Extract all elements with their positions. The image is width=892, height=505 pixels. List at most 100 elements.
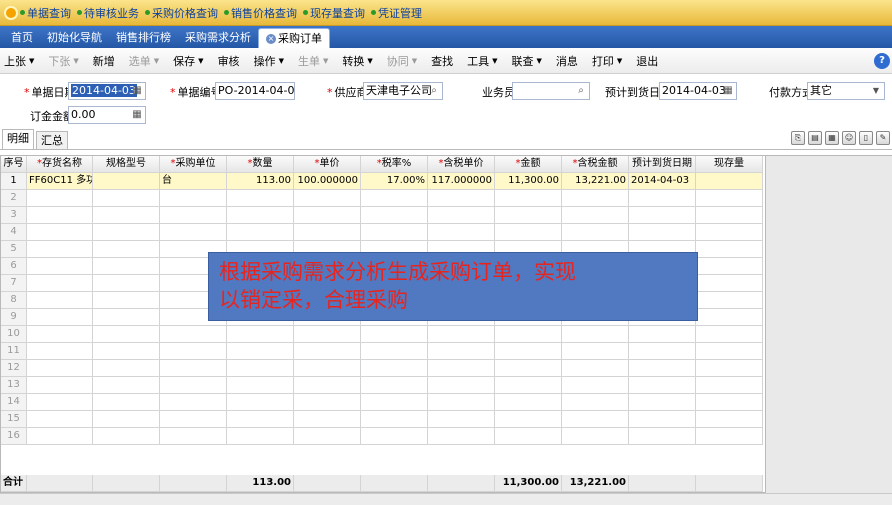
nav-link-voucher[interactable]: 凭证管理 — [371, 5, 422, 21]
table-cell[interactable] — [629, 394, 696, 411]
table-cell[interactable] — [428, 343, 495, 360]
table-cell[interactable]: 11 — [1, 343, 27, 360]
table-cell[interactable] — [93, 173, 160, 190]
settings-icon[interactable]: ✎ — [876, 131, 890, 145]
table-cell[interactable] — [160, 207, 227, 224]
nav-link-document-query[interactable]: 单据查询 — [20, 5, 71, 21]
table-cell[interactable] — [562, 343, 629, 360]
nav-link-stock-query[interactable]: 现存量查询 — [303, 5, 365, 21]
table-cell[interactable]: 12 — [1, 360, 27, 377]
toolbar-button-14[interactable]: 打印 ▼ — [592, 53, 622, 69]
column-header[interactable]: 规格型号 — [93, 156, 160, 173]
table-cell[interactable]: 2 — [1, 190, 27, 207]
table-cell[interactable] — [27, 275, 93, 292]
table-cell[interactable]: 台 — [160, 173, 227, 190]
toolbar-button-0[interactable]: 上张 ▼ — [4, 53, 34, 69]
date-field[interactable]: 2014-04-03 ▦ — [68, 82, 146, 100]
calendar-icon[interactable]: ▦ — [721, 84, 735, 98]
table-cell[interactable] — [93, 360, 160, 377]
toolbar-button-2[interactable]: 新增 — [93, 53, 115, 69]
copy-row-icon[interactable]: ⎘ — [791, 131, 805, 145]
salesman-field[interactable]: ⌕ — [512, 82, 590, 100]
table-cell[interactable] — [294, 360, 361, 377]
table-cell[interactable] — [27, 190, 93, 207]
table-cell[interactable] — [696, 258, 763, 275]
nav-link-pending-review[interactable]: 待审核业务 — [77, 5, 139, 21]
table-cell[interactable] — [294, 377, 361, 394]
table-cell[interactable] — [93, 343, 160, 360]
table-cell[interactable]: 14 — [1, 394, 27, 411]
table-cell[interactable] — [294, 394, 361, 411]
toolbar-button-10[interactable]: 查找 — [431, 53, 453, 69]
table-cell[interactable] — [495, 411, 562, 428]
table-cell[interactable] — [495, 207, 562, 224]
arrival-date-field[interactable]: 2014-04-03 ▦ — [659, 82, 737, 100]
table-cell[interactable] — [696, 309, 763, 326]
table-cell[interactable] — [696, 275, 763, 292]
table-cell[interactable]: 7 — [1, 275, 27, 292]
column-header[interactable]: *含税单价 — [428, 156, 495, 173]
table-cell[interactable] — [27, 360, 93, 377]
table-cell[interactable]: 3 — [1, 207, 27, 224]
table-cell[interactable] — [227, 343, 294, 360]
payment-select[interactable]: 其它 ▼ — [807, 82, 885, 100]
table-cell[interactable] — [495, 360, 562, 377]
table-cell[interactable] — [160, 360, 227, 377]
table-cell[interactable] — [227, 224, 294, 241]
table-cell[interactable] — [27, 292, 93, 309]
column-header[interactable]: 现存量 — [696, 156, 763, 173]
table-cell[interactable] — [495, 224, 562, 241]
table-cell[interactable] — [227, 377, 294, 394]
column-header[interactable]: *存货名称 — [27, 156, 93, 173]
column-header[interactable]: *数量 — [227, 156, 294, 173]
table-cell[interactable] — [27, 411, 93, 428]
table-cell[interactable]: 113.00 — [227, 173, 294, 190]
table-cell[interactable]: 1 — [1, 173, 27, 190]
table-row[interactable]: 2 — [1, 190, 765, 207]
help-icon[interactable]: ? — [874, 53, 890, 69]
table-row[interactable]: 14 — [1, 394, 765, 411]
search-icon[interactable]: ⌕ — [427, 84, 441, 98]
toolbar-button-8[interactable]: 转换 ▼ — [342, 53, 372, 69]
table-cell[interactable] — [361, 326, 428, 343]
table-cell[interactable] — [629, 377, 696, 394]
table-cell[interactable]: 9 — [1, 309, 27, 326]
supplier-field[interactable]: 天津电子公司 ⌕ — [363, 82, 443, 100]
table-cell[interactable] — [160, 343, 227, 360]
column-header[interactable]: *金额 — [495, 156, 562, 173]
table-cell[interactable] — [294, 428, 361, 445]
table-cell[interactable] — [160, 411, 227, 428]
table-row[interactable]: 11 — [1, 343, 765, 360]
table-cell[interactable] — [629, 207, 696, 224]
table-cell[interactable] — [696, 241, 763, 258]
toolbar-button-4[interactable]: 保存 ▼ — [173, 53, 203, 69]
table-cell[interactable] — [361, 377, 428, 394]
table-row[interactable]: 10 — [1, 326, 765, 343]
table-cell[interactable] — [629, 411, 696, 428]
table-cell[interactable] — [93, 377, 160, 394]
table-cell[interactable] — [428, 224, 495, 241]
toolbar-button-5[interactable]: 审核 — [218, 53, 240, 69]
table-cell[interactable] — [428, 326, 495, 343]
toolbar-button-7[interactable]: 生单 ▼ — [298, 53, 328, 69]
search-icon[interactable]: ⌕ — [574, 84, 588, 98]
table-cell[interactable]: 6 — [1, 258, 27, 275]
table-cell[interactable] — [629, 326, 696, 343]
table-cell[interactable] — [428, 360, 495, 377]
table-cell[interactable] — [361, 428, 428, 445]
table-cell[interactable] — [562, 207, 629, 224]
table-cell[interactable] — [562, 190, 629, 207]
table-cell[interactable] — [93, 394, 160, 411]
table-cell[interactable] — [562, 326, 629, 343]
table-cell[interactable] — [93, 292, 160, 309]
table-cell[interactable] — [562, 224, 629, 241]
nav-link-purchase-price[interactable]: 采购价格查询 — [145, 5, 218, 21]
table-row[interactable]: 1FF60C11 多功... 台113.00100.00000017.00%117… — [1, 173, 765, 190]
table-cell[interactable] — [27, 377, 93, 394]
table-row[interactable]: 16 — [1, 428, 765, 445]
table-row[interactable]: 12 — [1, 360, 765, 377]
table-cell[interactable] — [495, 343, 562, 360]
table-cell[interactable] — [160, 394, 227, 411]
table-cell[interactable] — [428, 377, 495, 394]
table-cell[interactable]: 2014-04-03 — [629, 173, 696, 190]
